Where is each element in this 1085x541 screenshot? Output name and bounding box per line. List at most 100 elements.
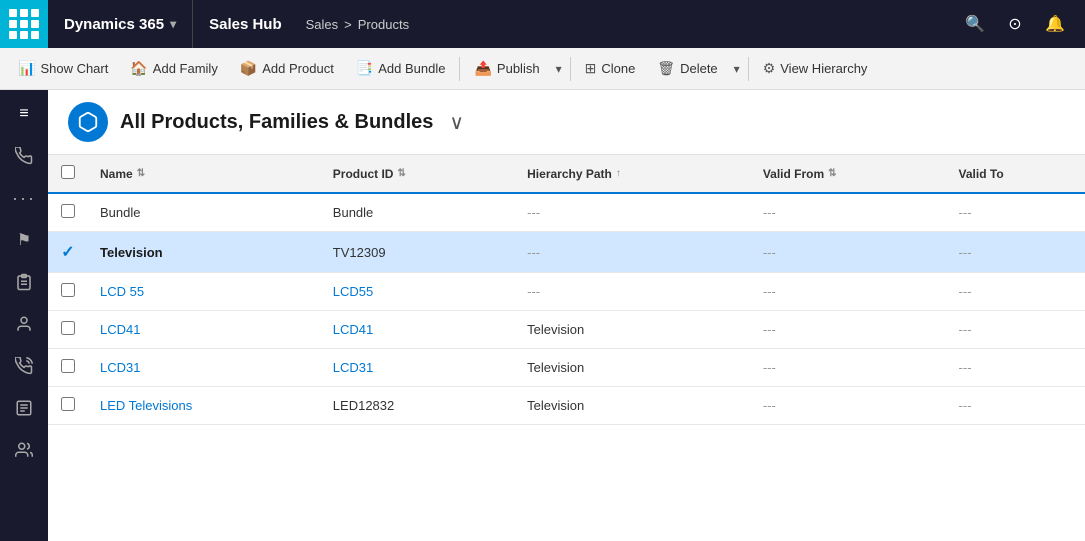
row-valid-to-cell: --- [947, 232, 1085, 273]
clone-label: Clone [601, 61, 635, 76]
row-product-id-link[interactable]: LCD31 [333, 360, 373, 375]
content-area: All Products, Families & Bundles ∨ Name … [48, 90, 1085, 541]
row-valid-from-cell: --- [751, 232, 947, 273]
sidebar-icon-phone[interactable] [4, 136, 44, 176]
row-hierarchy-cell: --- [515, 193, 751, 232]
row-hierarchy-cell: --- [515, 232, 751, 273]
header-product-id[interactable]: Product ID ⇅ [321, 155, 515, 193]
add-product-button[interactable]: 📦 Add Product [230, 52, 344, 86]
sidebar-icon-note[interactable] [4, 388, 44, 428]
show-chart-button[interactable]: 📊 Show Chart [8, 52, 118, 86]
delete-label: Delete [680, 61, 718, 76]
row-product-id-cell: Bundle [321, 193, 515, 232]
add-family-icon: 🏠 [130, 60, 147, 77]
sidebar-icon-more[interactable]: ··· [4, 178, 44, 218]
header-valid-from[interactable]: Valid From ⇅ [751, 155, 947, 193]
table-row[interactable]: LCD41LCD41Television------ [48, 311, 1085, 349]
breadcrumb-section[interactable]: Sales [306, 17, 339, 32]
row-name-cell[interactable]: Television [88, 232, 321, 273]
notification-icon[interactable]: 🔔 [1037, 6, 1073, 42]
products-table: Name ⇅ Product ID ⇅ Hier [48, 155, 1085, 425]
sidebar-icon-menu[interactable]: ≡ [4, 94, 44, 134]
row-name-cell[interactable]: LCD41 [88, 311, 321, 349]
app-title-dropdown-icon[interactable]: ▾ [170, 17, 176, 31]
row-checkbox[interactable] [61, 283, 75, 297]
sidebar-icon-call[interactable] [4, 346, 44, 386]
row-product-id-link[interactable]: LCD55 [333, 284, 373, 299]
sidebar-icon-flag[interactable]: ⚑ [4, 220, 44, 260]
view-hierarchy-icon: ⚙ [763, 60, 776, 77]
row-checkbox[interactable] [61, 359, 75, 373]
row-name-link[interactable]: Television [100, 245, 163, 260]
hierarchy-sort-icon: ↑ [616, 168, 621, 179]
row-product-id-cell: LED12832 [321, 387, 515, 425]
add-family-button[interactable]: 🏠 Add Family [120, 52, 227, 86]
row-product-id-cell[interactable]: LCD55 [321, 273, 515, 311]
row-checkbox[interactable] [61, 204, 75, 218]
row-name-cell[interactable]: LCD31 [88, 349, 321, 387]
add-bundle-button[interactable]: 📑 Add Bundle [346, 52, 456, 86]
app-grid-button[interactable] [0, 0, 48, 48]
row-name-cell[interactable]: LED Televisions [88, 387, 321, 425]
header-name[interactable]: Name ⇅ [88, 155, 321, 193]
table-row[interactable]: LCD31LCD31Television------ [48, 349, 1085, 387]
row-check-cell[interactable]: ✓ [48, 232, 88, 273]
table-row[interactable]: LED TelevisionsLED12832Television------ [48, 387, 1085, 425]
sidebar-icon-person[interactable] [4, 304, 44, 344]
row-valid-to-cell: --- [947, 387, 1085, 425]
clone-icon: ⊞ [585, 60, 597, 77]
row-name-link[interactable]: LCD31 [100, 360, 140, 375]
header-valid-to[interactable]: Valid To [947, 155, 1085, 193]
header-checkbox[interactable] [61, 165, 75, 179]
row-hierarchy-cell: Television [515, 311, 751, 349]
row-name-link[interactable]: LCD 55 [100, 284, 144, 299]
publish-dropdown-button[interactable]: ▾ [552, 52, 566, 86]
row-name-cell: Bundle [88, 193, 321, 232]
breadcrumb-separator: > [344, 17, 352, 32]
row-hierarchy-cell: Television [515, 387, 751, 425]
table-row[interactable]: ✓TelevisionTV12309--------- [48, 232, 1085, 273]
row-product-id-link[interactable]: LCD41 [333, 322, 373, 337]
header-check[interactable] [48, 155, 88, 193]
row-checkbox[interactable] [61, 397, 75, 411]
row-name-cell[interactable]: LCD 55 [88, 273, 321, 311]
row-name-link[interactable]: LCD41 [100, 322, 140, 337]
row-check-cell[interactable] [48, 387, 88, 425]
sidebar-icon-clipboard[interactable] [4, 262, 44, 302]
table-row[interactable]: LCD 55LCD55--------- [48, 273, 1085, 311]
settings-icon[interactable]: ⊙ [997, 6, 1033, 42]
page-title: All Products, Families & Bundles [120, 111, 433, 134]
row-check-cell[interactable] [48, 193, 88, 232]
clone-button[interactable]: ⊞ Clone [575, 52, 646, 86]
table-row[interactable]: BundleBundle--------- [48, 193, 1085, 232]
publish-button[interactable]: 📤 Publish [464, 52, 549, 86]
row-product-id-cell[interactable]: LCD31 [321, 349, 515, 387]
delete-button[interactable]: 🗑 Delete [647, 52, 727, 86]
row-valid-to-cell: --- [947, 273, 1085, 311]
row-check-cell[interactable] [48, 273, 88, 311]
breadcrumb: Sales > Products [306, 17, 409, 32]
show-chart-icon: 📊 [18, 60, 35, 77]
search-icon[interactable]: 🔍 [957, 6, 993, 42]
sidebar-icon-person2[interactable] [4, 430, 44, 470]
app-title-area[interactable]: Dynamics 365 ▾ [48, 0, 193, 48]
table-header-row: Name ⇅ Product ID ⇅ Hier [48, 155, 1085, 193]
module-title: Sales Hub [193, 16, 298, 33]
row-valid-to-cell: --- [947, 311, 1085, 349]
row-check-cell[interactable] [48, 349, 88, 387]
add-bundle-icon: 📑 [356, 60, 373, 77]
product-id-sort-icon: ⇅ [397, 168, 405, 179]
products-table-container: Name ⇅ Product ID ⇅ Hier [48, 155, 1085, 541]
show-chart-label: Show Chart [40, 61, 108, 76]
row-checkbox[interactable] [61, 321, 75, 335]
view-hierarchy-button[interactable]: ⚙ View Hierarchy [753, 52, 878, 86]
row-product-id-cell[interactable]: LCD41 [321, 311, 515, 349]
delete-icon: 🗑 [657, 60, 675, 77]
row-check-cell[interactable] [48, 311, 88, 349]
row-valid-to-cell: --- [947, 193, 1085, 232]
delete-dropdown-button[interactable]: ▾ [730, 52, 744, 86]
page-title-dropdown-icon[interactable]: ∨ [449, 110, 464, 135]
row-name-link[interactable]: LED Televisions [100, 398, 192, 413]
header-hierarchy-path[interactable]: Hierarchy Path ↑ [515, 155, 751, 193]
toolbar-divider-1 [459, 57, 460, 81]
